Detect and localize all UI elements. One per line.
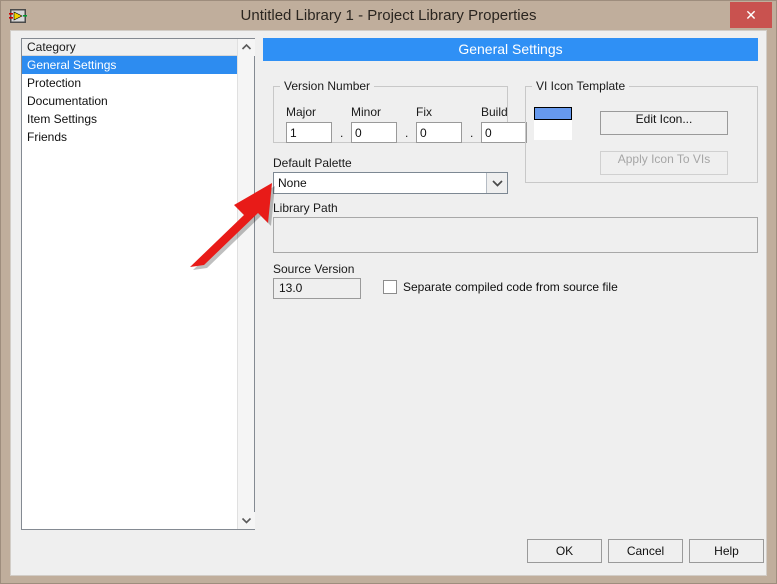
category-list-scrollbar[interactable]	[237, 39, 255, 529]
version-minor-col: Minor	[351, 105, 397, 143]
separate-compiled-label[interactable]: Separate compiled code from source file	[403, 278, 618, 296]
version-build-label: Build	[481, 105, 508, 119]
scroll-down-icon[interactable]	[238, 512, 255, 529]
category-list-items: General Settings Protection Documentatio…	[22, 56, 238, 146]
source-version-value: 13.0	[273, 278, 361, 299]
category-list-header: Category	[22, 39, 238, 56]
default-palette-label: Default Palette	[273, 156, 352, 170]
version-dot-1: .	[340, 126, 344, 140]
source-version-label: Source Version	[273, 262, 355, 276]
vi-icon-template-legend: VI Icon Template	[536, 79, 626, 93]
version-number-group: Version Number Major . Minor . Fix . Bui	[273, 79, 527, 143]
edit-icon-button[interactable]: Edit Icon...	[600, 111, 728, 135]
vi-icon-template-group: VI Icon Template Edit Icon... Apply Icon…	[525, 79, 758, 183]
version-major-label: Major	[286, 105, 317, 119]
sidebar-item-friends[interactable]: Friends	[22, 128, 238, 146]
window-title: Untitled Library 1 - Project Library Pro…	[240, 7, 537, 24]
dialog-footer: OK Cancel Help	[11, 539, 768, 563]
page-title: General Settings	[263, 38, 758, 61]
version-fix-label: Fix	[416, 105, 432, 119]
version-build-col: Build	[481, 105, 527, 143]
version-fix-col: Fix	[416, 105, 462, 143]
vi-icon-preview[interactable]	[534, 107, 572, 140]
version-dot-2: .	[405, 126, 409, 140]
library-path-value[interactable]	[273, 217, 758, 253]
close-icon[interactable]: ✕	[730, 2, 772, 28]
dialog-client-area: Category General Settings Protection Doc…	[10, 30, 767, 576]
help-button[interactable]: Help	[689, 539, 764, 563]
version-build-input[interactable]	[481, 122, 527, 143]
scroll-up-icon[interactable]	[238, 39, 255, 56]
vi-icon-preview-band	[534, 107, 572, 120]
version-dot-3: .	[470, 126, 474, 140]
sidebar-item-documentation[interactable]: Documentation	[22, 92, 238, 110]
library-path-label: Library Path	[273, 201, 338, 215]
title-bar: Untitled Library 1 - Project Library Pro…	[1, 1, 776, 30]
version-major-input[interactable]	[286, 122, 332, 143]
chevron-down-icon[interactable]	[486, 173, 507, 193]
settings-pane: General Settings Version Number Major . …	[263, 38, 758, 530]
version-minor-label: Minor	[351, 105, 382, 119]
apply-icon-to-vis-button: Apply Icon To VIs	[600, 151, 728, 175]
sidebar-item-protection[interactable]: Protection	[22, 74, 238, 92]
version-major-col: Major	[286, 105, 332, 143]
sidebar-item-general-settings[interactable]: General Settings	[22, 56, 238, 74]
version-minor-input[interactable]	[351, 122, 397, 143]
version-number-legend: Version Number	[284, 79, 371, 93]
version-fix-input[interactable]	[416, 122, 462, 143]
default-palette-value: None	[278, 176, 307, 190]
ok-button[interactable]: OK	[527, 539, 602, 563]
separate-compiled-checkbox[interactable]	[383, 280, 397, 294]
cancel-button[interactable]: Cancel	[608, 539, 683, 563]
dialog-window: Untitled Library 1 - Project Library Pro…	[0, 0, 777, 584]
sidebar-item-item-settings[interactable]: Item Settings	[22, 110, 238, 128]
default-palette-combo[interactable]: None	[273, 172, 508, 194]
category-list: Category General Settings Protection Doc…	[21, 38, 255, 530]
